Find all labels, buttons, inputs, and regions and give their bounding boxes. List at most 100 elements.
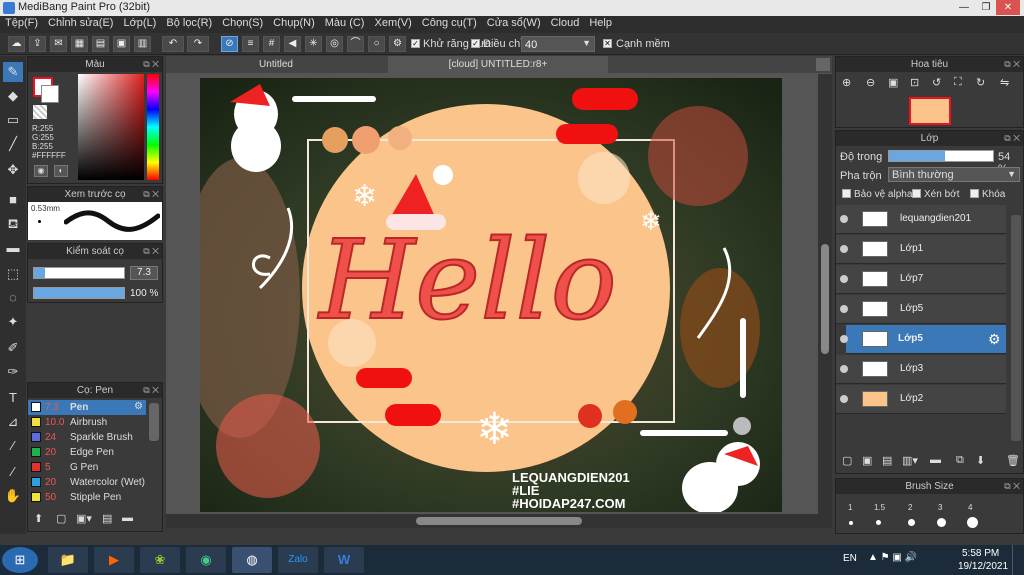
gradient-tool-icon[interactable]: ▬ — [3, 238, 23, 258]
layer-opacity-slider[interactable] — [888, 150, 994, 162]
panel-menu-icon[interactable]: ⧉ ✕ — [143, 187, 159, 202]
menu-select[interactable]: Chọn(S) — [217, 16, 268, 29]
menu-layer[interactable]: Lớp(L) — [118, 16, 161, 29]
comment-icon[interactable]: ✉ — [50, 36, 67, 52]
start-button[interactable]: ⊞ — [2, 547, 38, 573]
radial-snap-icon[interactable]: ✳ — [305, 36, 322, 52]
fit-icon[interactable]: ▣ — [888, 76, 898, 89]
panel-menu-icon[interactable]: ⧉ ✕ — [1004, 479, 1020, 494]
grid-icon[interactable]: ▦ — [71, 36, 88, 52]
vanish-snap-icon[interactable]: ◀ — [284, 36, 301, 52]
language-indicator[interactable]: EN — [843, 553, 857, 564]
show-desktop-button[interactable] — [1012, 545, 1024, 575]
layer-list-scrollbar[interactable] — [1011, 215, 1021, 441]
menu-help[interactable]: Help — [584, 16, 617, 29]
layer-item[interactable]: Lớp2 — [836, 385, 1006, 414]
layout-icon[interactable]: ▥ — [134, 36, 151, 52]
actual-size-icon[interactable]: ⊡ — [910, 76, 919, 89]
vertical-scroll-thumb[interactable] — [821, 244, 829, 354]
panel-menu-icon[interactable]: ⧉ ✕ — [1004, 57, 1020, 72]
snap-settings-icon[interactable]: ⚙ — [389, 36, 406, 52]
brush-item[interactable]: 5 G Pen — [28, 460, 146, 475]
brush-size-option[interactable]: 4 — [968, 503, 972, 512]
brush-size-slider[interactable] — [33, 267, 125, 279]
fullscreen-icon[interactable]: ⛶ — [954, 76, 962, 89]
flip-icon[interactable]: ⇋ — [1000, 76, 1009, 89]
lock-checkbox[interactable] — [970, 189, 979, 198]
eye-icon[interactable] — [840, 275, 848, 283]
select-tool-icon[interactable]: ⬚ — [3, 264, 23, 284]
media-player-taskbar-icon[interactable]: ▶ — [94, 547, 134, 573]
menu-tools[interactable]: Công cụ(T) — [417, 16, 482, 29]
brush-size-option[interactable]: 1.5 — [874, 503, 885, 512]
tab-menu-icon[interactable] — [816, 58, 830, 71]
panel-menu-icon[interactable]: ⧉ ✕ — [143, 244, 159, 259]
magic-wand-icon[interactable]: ✦ — [3, 312, 23, 332]
eraser-tool-icon[interactable]: ◆ — [3, 86, 23, 106]
menu-edit[interactable]: Chỉnh sửa(E) — [43, 16, 118, 29]
layer-item[interactable]: Lớp3 — [836, 355, 1006, 384]
color-picker-icon[interactable]: ◉ — [34, 165, 48, 177]
panel-menu-icon[interactable]: ⧉ ✕ — [143, 383, 159, 398]
pen-line-tool-icon[interactable]: ╱ — [3, 134, 23, 154]
fill-rect-tool-icon[interactable]: ■ — [3, 190, 23, 210]
menu-filter[interactable]: Bộ lọc(R) — [161, 16, 217, 29]
menu-snap[interactable]: Chụp(N) — [268, 16, 320, 29]
brush-item[interactable]: 7.3 Pen ⚙ — [28, 400, 146, 415]
new-layer-icon[interactable]: ▢ — [842, 454, 852, 467]
new-halftone-layer-icon[interactable]: ▣ — [862, 454, 872, 467]
text-tool-icon[interactable]: T — [3, 388, 23, 408]
rotate-left-icon[interactable]: ↺ — [932, 76, 941, 89]
gear-icon[interactable]: ⚙ — [134, 401, 143, 412]
menu-cloud[interactable]: Cloud — [546, 16, 585, 29]
clip-checkbox[interactable] — [912, 189, 921, 198]
trash-icon[interactable]: 🗑 — [1006, 454, 1020, 467]
explorer-taskbar-icon[interactable]: 📁 — [48, 547, 88, 573]
layer-item[interactable]: Lớp7 — [836, 265, 1006, 294]
brush-settings-icon[interactable]: ▤ — [102, 512, 112, 525]
settings-icon[interactable]: ▣ — [113, 36, 130, 52]
clock-time[interactable]: 5:58 PM — [962, 548, 999, 559]
brush-item[interactable]: 24 Sparkle Brush — [28, 430, 146, 445]
eye-icon[interactable] — [840, 335, 848, 343]
clock-date[interactable]: 19/12/2021 — [958, 561, 1008, 572]
folder-icon[interactable]: ▬ — [930, 454, 941, 466]
layer-item[interactable]: Lớp1 — [836, 235, 1006, 264]
navigator-thumbnail[interactable] — [909, 97, 951, 125]
duplicate-layer-icon[interactable]: ⧉ — [956, 454, 964, 467]
maximize-button[interactable]: ❐ — [974, 0, 998, 15]
ellipse-snap-icon[interactable]: ○ — [368, 36, 385, 52]
artwork-canvas[interactable]: Hello ❄ ❄ ❄ LEQUANGDIEN201 #LIE #HOIDAP2… — [200, 78, 782, 512]
adjust-checkbox[interactable]: ✓ — [471, 39, 480, 48]
merge-layer-icon[interactable]: ⬇ — [976, 454, 985, 467]
gear-icon[interactable]: ⚙ — [988, 331, 1001, 348]
soft-edge-checkbox[interactable]: ✕ — [603, 39, 612, 48]
brush-opacity-slider[interactable] — [33, 287, 125, 299]
brush-folder-icon[interactable]: ▬ — [122, 512, 133, 524]
blend-mode-select[interactable]: Bình thường ▼ — [888, 167, 1020, 182]
lasso-tool-icon[interactable]: ◌ — [3, 288, 23, 308]
zoom-in-icon[interactable]: ⊕ — [842, 76, 851, 89]
protect-alpha-checkbox[interactable] — [842, 189, 851, 198]
brush-size-option[interactable]: 1 — [848, 503, 852, 512]
minimize-button[interactable]: — — [952, 0, 976, 15]
new-8bit-layer-icon[interactable]: ▤ — [882, 454, 892, 467]
eyedropper2-icon[interactable]: ⁄ — [3, 462, 23, 482]
tab-untitled[interactable]: Untitled — [166, 56, 386, 73]
eye-icon[interactable] — [840, 365, 848, 373]
snap-off-icon[interactable]: ⊘ — [221, 36, 238, 52]
color-swap-icon[interactable]: ◐ — [54, 165, 68, 177]
hue-slider[interactable] — [147, 74, 159, 180]
brush-item[interactable]: 20 Watercolor (Wet) — [28, 475, 146, 490]
parallel-snap-icon[interactable]: ≡ — [242, 36, 259, 52]
zoom-out-icon[interactable]: ⊖ — [866, 76, 875, 89]
vertical-scrollbar[interactable] — [818, 74, 832, 514]
eye-icon[interactable] — [840, 395, 848, 403]
secondary-color-swatch[interactable] — [41, 85, 59, 103]
brush-item[interactable]: 10.0 Airbrush — [28, 415, 146, 430]
rectangle-tool-icon[interactable]: ▭ — [3, 110, 23, 130]
app-taskbar-icon[interactable]: ❀ — [140, 547, 180, 573]
word-taskbar-icon[interactable]: W — [324, 547, 364, 573]
menu-view[interactable]: Xem(V) — [369, 16, 416, 29]
eye-icon[interactable] — [840, 305, 848, 313]
